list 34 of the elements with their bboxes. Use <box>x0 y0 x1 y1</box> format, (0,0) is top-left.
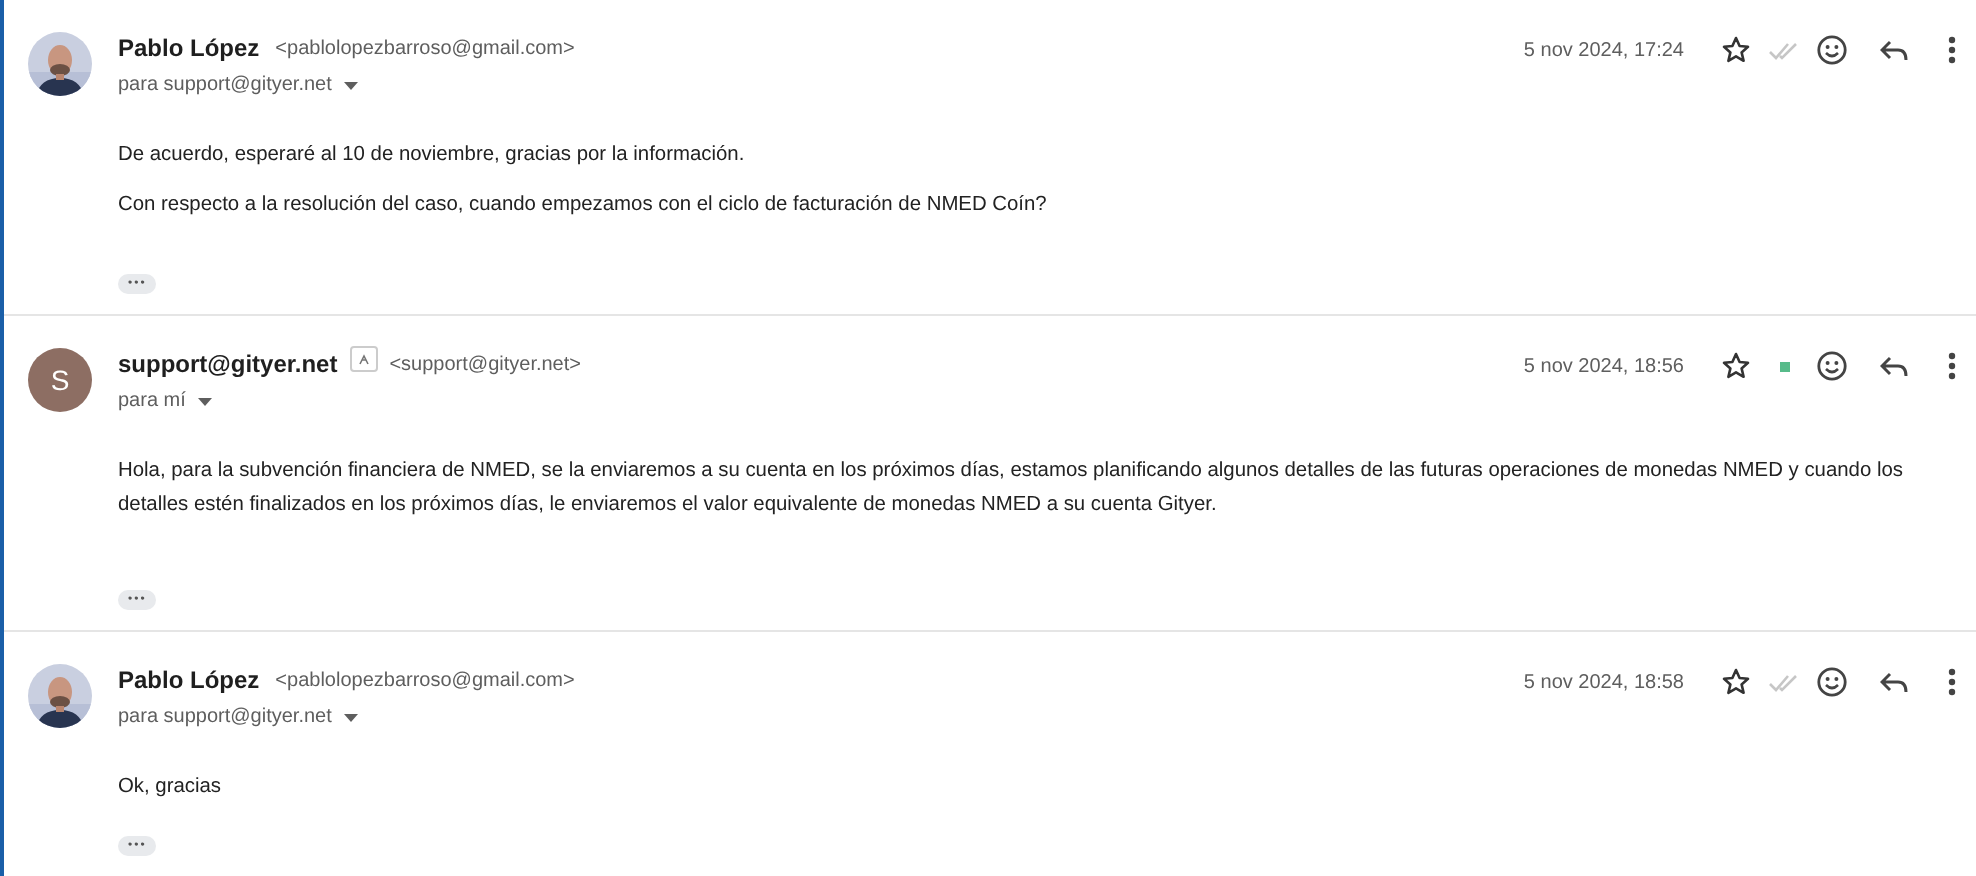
smiley-icon <box>1816 350 1848 382</box>
message-date: 5 nov 2024, 17:24 <box>1523 39 1684 61</box>
recipient-dropdown[interactable]: para mí <box>118 385 212 417</box>
recipient-dropdown[interactable]: para support@gityer.net <box>118 701 358 733</box>
star-icon <box>1722 352 1750 380</box>
smiley-icon <box>1816 34 1848 66</box>
reply-icon <box>1880 671 1908 693</box>
more-vertical-icon <box>1948 352 1956 380</box>
sender-email: <support@gityer.net> <box>389 353 581 375</box>
double-check-icon <box>1768 673 1800 691</box>
reply-icon <box>1880 355 1908 377</box>
message-paragraph: De acuerdo, esperaré al 10 de noviembre, gracias por la información. <box>118 141 747 169</box>
more-vertical-icon <box>1948 668 1956 696</box>
recipient-dropdown[interactable]: para support@gityer.net <box>118 69 358 101</box>
star-icon <box>1722 36 1750 64</box>
sender-email: <pablolopezbarroso@gmail.com> <box>275 37 575 59</box>
sender-name: Pablo López <box>118 34 260 62</box>
message-date: 5 nov 2024, 18:58 <box>1523 671 1684 693</box>
double-check-icon <box>1768 41 1800 59</box>
message-paragraph: Con respecto a la resolución del caso, cuando empezamos con el ciclo de facturación de NMED Coín? <box>118 191 1049 219</box>
sender-name: support@gityer.net <box>118 350 338 378</box>
message-paragraph: Hola, para la subvención financiera de NMED, se la enviaremos a su cuenta en los próximos días, estamos planificando algunos detalles de las futuras operaciones de monedas NMED y cuando los detalles estén finalizados en los próximos días, le enviaremos el valor equivalente de monedas NMED a su cuenta Gityer. <box>118 457 1905 519</box>
caret-icon <box>343 713 358 721</box>
avatar: S <box>28 348 92 412</box>
star-icon <box>1722 668 1750 696</box>
message-paragraph: Ok, gracias <box>118 773 224 801</box>
more-vertical-icon <box>1948 36 1956 64</box>
sender-name: Pablo López <box>118 666 260 694</box>
sender-email: <pablolopezbarroso@gmail.com> <box>275 669 575 691</box>
reply-icon <box>1880 39 1908 61</box>
caret-icon <box>343 81 358 89</box>
smiley-icon <box>1816 666 1848 698</box>
message-date: 5 nov 2024, 18:56 <box>1523 355 1684 377</box>
caret-icon <box>197 397 212 405</box>
